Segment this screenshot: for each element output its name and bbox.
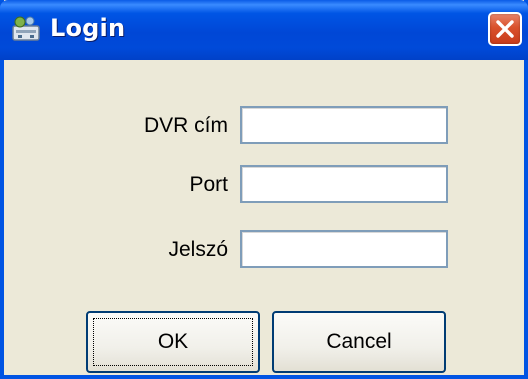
port-label: Port bbox=[189, 173, 228, 196]
dvr-address-label: DVR cím bbox=[144, 114, 228, 137]
login-dialog: Login DVR cím Port Jelszó OK Cancel bbox=[0, 0, 528, 379]
ok-button[interactable]: OK bbox=[86, 311, 260, 373]
dvr-address-input[interactable] bbox=[240, 106, 448, 144]
close-icon bbox=[496, 20, 514, 38]
password-input[interactable] bbox=[240, 230, 448, 268]
window-title: Login bbox=[50, 14, 126, 42]
cancel-button[interactable]: Cancel bbox=[272, 311, 446, 373]
title-bar[interactable]: Login bbox=[0, 0, 528, 60]
focus-ring bbox=[93, 318, 253, 366]
password-label: Jelszó bbox=[168, 238, 228, 261]
close-button[interactable] bbox=[488, 12, 522, 46]
dvr-app-icon bbox=[10, 14, 42, 44]
cancel-button-label: Cancel bbox=[326, 330, 392, 353]
port-input[interactable] bbox=[240, 165, 448, 203]
